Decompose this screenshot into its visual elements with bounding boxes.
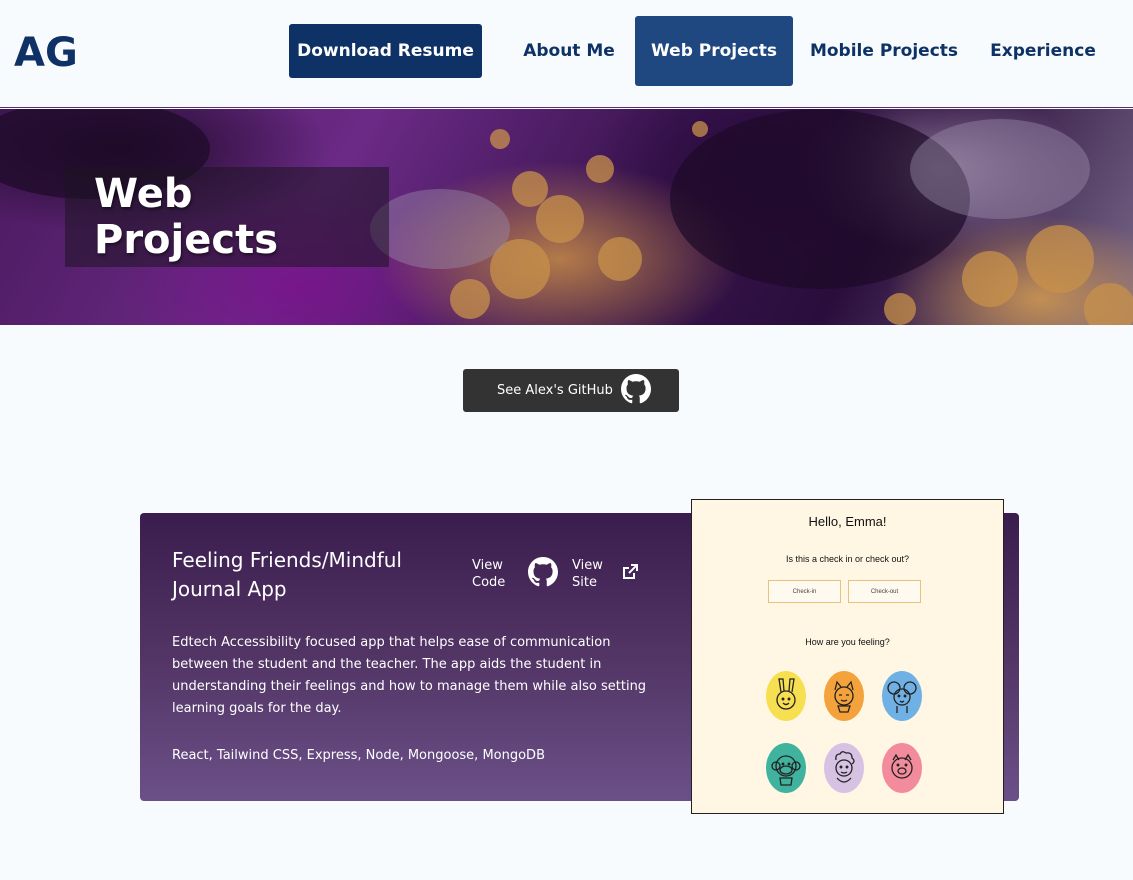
logo[interactable]: AG	[14, 30, 78, 76]
hero-banner: Web Projects	[0, 109, 1133, 325]
nav-web-projects[interactable]: Web Projects	[635, 16, 793, 86]
github-button[interactable]: See Alex's GitHub	[463, 369, 679, 412]
mouse-icon	[882, 671, 922, 721]
github-icon	[620, 373, 651, 408]
screenshot-feeling-question: How are you feeling?	[805, 637, 890, 647]
screenshot-check-in-button: Check-in	[768, 580, 841, 603]
screenshot-checkin-question: Is this a check in or check out?	[785, 554, 910, 564]
pig-icon	[882, 743, 922, 793]
external-link-icon	[622, 564, 638, 584]
project-screenshot: Hello, Emma! Is this a check in or check…	[691, 499, 1004, 814]
nav-about-me[interactable]: About Me	[505, 16, 633, 86]
page-title: Web Projects	[94, 171, 279, 263]
site-header: AG Download Resume About Me Web Projects…	[0, 0, 1133, 108]
project-title: Feeling Friends/Mindful Journal App	[172, 548, 402, 601]
view-code-link[interactable]: View Code	[472, 557, 558, 591]
project-tech-stack: React, Tailwind CSS, Express, Node, Mong…	[172, 748, 545, 763]
download-resume-button[interactable]: Download Resume	[289, 24, 482, 78]
view-code-label: View Code	[472, 558, 506, 590]
sheep-icon	[824, 743, 864, 793]
nav-experience[interactable]: Experience	[980, 16, 1106, 86]
bunny-icon	[766, 671, 806, 721]
screenshot-greeting: Hello, Emma!	[808, 514, 887, 529]
monkey-icon	[766, 743, 806, 793]
cat-icon	[824, 671, 864, 721]
nav-mobile-projects[interactable]: Mobile Projects	[800, 16, 968, 86]
hero-title-box: Web Projects	[65, 167, 389, 267]
screenshot-check-out-button: Check-out	[848, 580, 921, 603]
github-icon	[528, 557, 558, 591]
view-site-label: View Site	[572, 558, 603, 590]
project-description: Edtech Accessibility focused app that he…	[172, 635, 647, 716]
github-button-label: See Alex's GitHub	[497, 383, 613, 398]
view-site-link[interactable]: View Site	[572, 557, 638, 591]
